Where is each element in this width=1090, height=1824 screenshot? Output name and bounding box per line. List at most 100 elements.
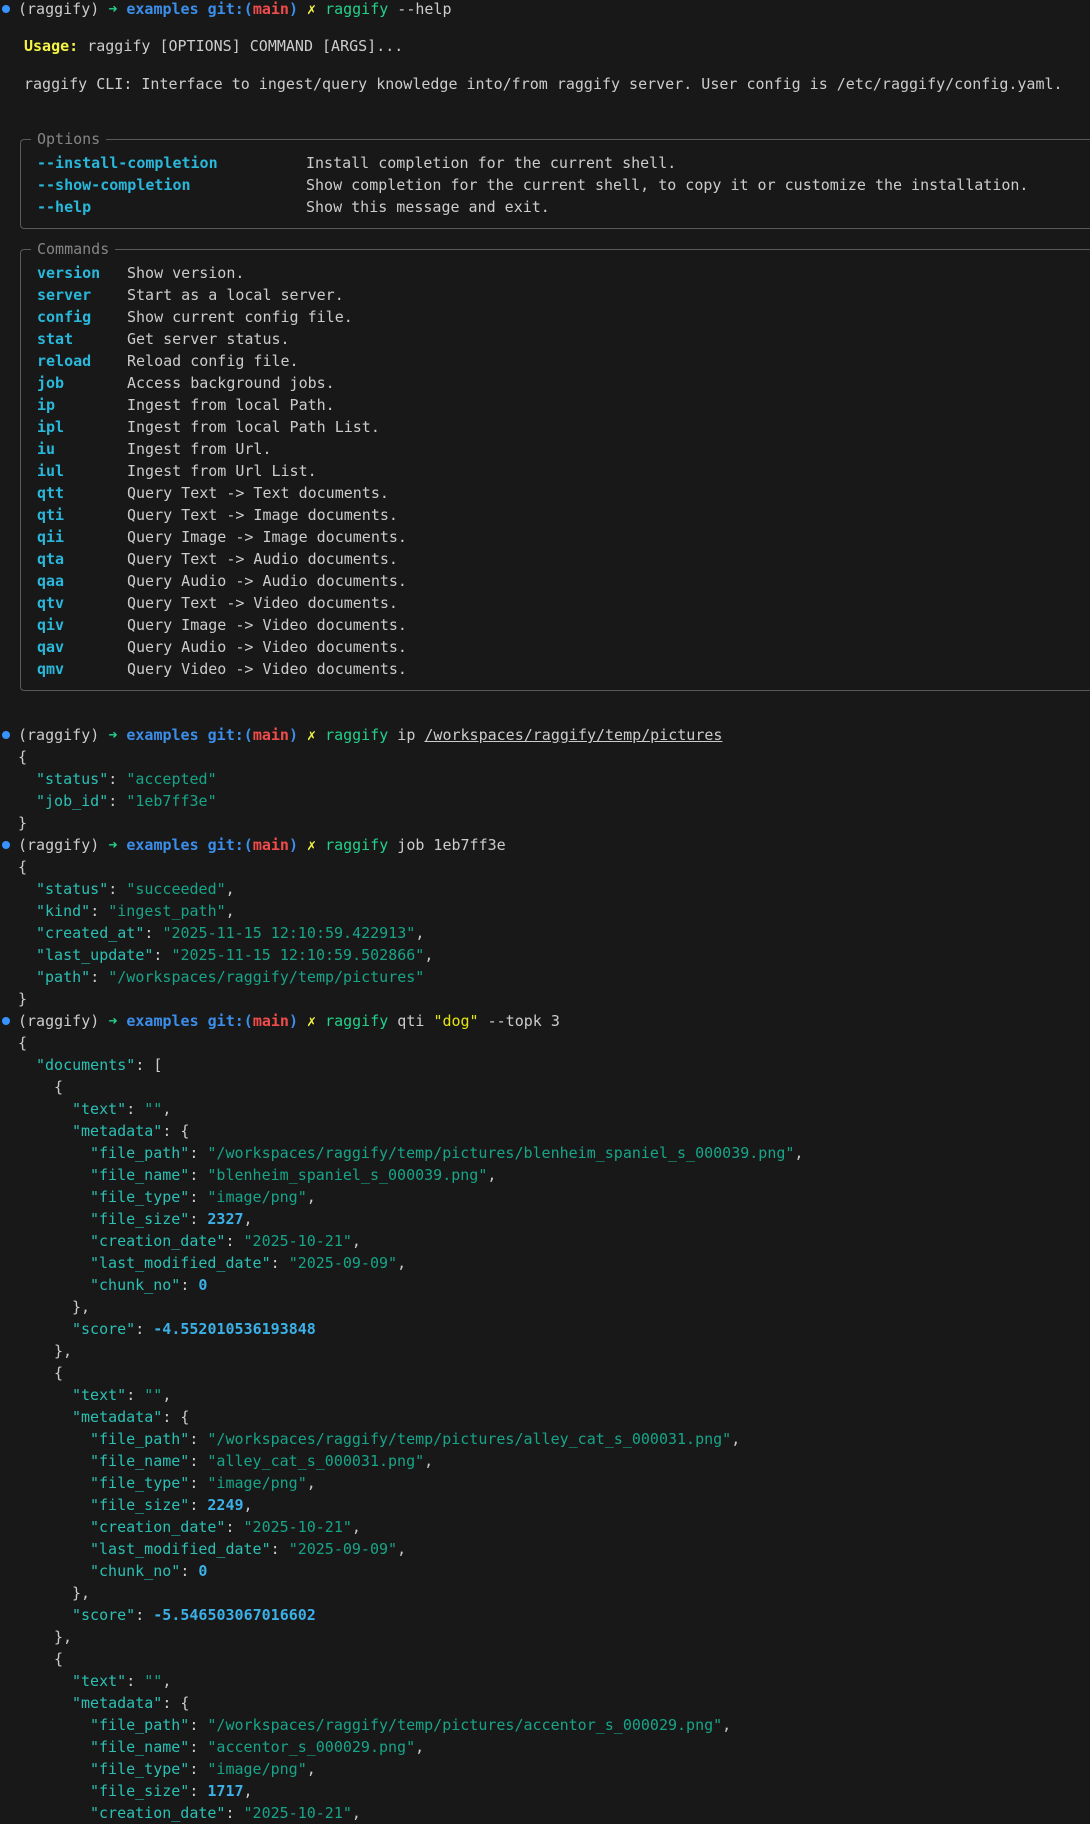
description-text: raggify CLI: Interface to ingest/query k… [24, 75, 1063, 93]
prompt-line: (raggify) ➜ examples git:(main) ✗ raggif… [0, 834, 1090, 856]
prompt-line: (raggify) ➜ examples git:(main) ✗ raggif… [0, 1010, 1090, 1032]
command-description: Access background jobs. [127, 374, 335, 392]
json-value: "image/png" [207, 1474, 307, 1492]
command-description-line: Query Image -> Video documents. [0, 614, 1090, 636]
json-value: "/workspaces/raggify/temp/pictures" [108, 968, 425, 986]
json-brace: { [18, 1034, 28, 1052]
command-description-line: Ingest from local Path List. [0, 416, 1090, 438]
usage-line: Usage: raggify [OPTIONS] COMMAND [ARGS].… [0, 35, 1090, 57]
prompt-directory: examples [126, 836, 199, 854]
json-brace: { [54, 1078, 64, 1096]
json-field: "file_path": "/workspaces/raggify/temp/p… [90, 1144, 804, 1162]
usage-label: Usage: [24, 37, 79, 55]
command-description-line: Show version. [0, 262, 1090, 284]
json-brace: { [54, 1650, 64, 1668]
command-description-line: Query Text -> Text documents. [0, 482, 1090, 504]
prompt-env: (raggify) [18, 726, 100, 744]
command-program: raggify [325, 1012, 389, 1030]
json-brace: { [18, 858, 28, 876]
prompt-arrow-icon: ➜ [108, 726, 118, 744]
json-field: "score": -5.546503067016602 [72, 1606, 316, 1624]
command-description: Query Audio -> Video documents. [127, 638, 407, 656]
json-field: "text": "", [72, 1100, 172, 1118]
json-field: "creation_date": "2025-10-21", [90, 1232, 361, 1250]
prompt-git-label: git:( [207, 1012, 253, 1030]
command-description-line: Start as a local server. [0, 284, 1090, 306]
prompt-branch: main [252, 0, 289, 18]
command-args: --help [388, 0, 452, 18]
json-value: "ingest_path" [108, 902, 226, 920]
json-value: "2025-10-21" [243, 1518, 352, 1536]
json-brace: { [54, 1364, 64, 1382]
json-field: "kind": "ingest_path", [36, 902, 235, 920]
json-field: "last_update": "2025-11-15 12:10:59.5028… [36, 946, 434, 964]
command-description: Query Image -> Video documents. [127, 616, 407, 634]
json-field: "metadata": { [72, 1122, 190, 1140]
prompt-env: (raggify) [18, 836, 100, 854]
json-brace: }, [72, 1584, 91, 1602]
command-status-dot-icon[interactable] [2, 731, 10, 739]
json-value: 2249 [207, 1496, 244, 1514]
command-description: Ingest from local Path List. [127, 418, 380, 436]
option-description: Show completion for the current shell, t… [306, 176, 1029, 194]
json-value: "2025-09-09" [288, 1254, 398, 1272]
option-description: Show this message and exit. [306, 198, 550, 216]
command-status-dot-icon[interactable] [2, 1017, 10, 1025]
prompt-line: (raggify) ➜ examples git:(main) ✗ raggif… [0, 724, 1090, 746]
json-field: "text": "", [72, 1672, 172, 1690]
command-description-line: Query Video -> Video documents. [0, 658, 1090, 680]
prompt-git-label: git:( [207, 836, 253, 854]
command-status-dot-icon[interactable] [2, 5, 10, 13]
json-value: -4.552010536193848 [153, 1320, 316, 1338]
json-field: "creation_date": "2025-10-21", [90, 1518, 361, 1536]
prompt-env: (raggify) [18, 1012, 100, 1030]
prompt-arrow-icon: ➜ [108, 0, 118, 18]
command-status-dot-icon[interactable] [2, 841, 10, 849]
prompt-directory: examples [126, 1012, 199, 1030]
command-description: Show version. [127, 264, 245, 282]
prompt-branch: main [252, 836, 289, 854]
json-field: "file_name": "alley_cat_s_000031.png", [90, 1452, 434, 1470]
json-field: "documents": [ [36, 1056, 163, 1074]
json-brace: { [18, 748, 28, 766]
prompt-line: (raggify) ➜ examples git:(main) ✗ raggif… [0, 0, 1090, 20]
command-args: --topk 3 [478, 1012, 560, 1030]
json-field: "job_id": "1eb7ff3e" [36, 792, 217, 810]
json-field: "file_type": "image/png", [90, 1474, 316, 1492]
command-description: Query Text -> Text documents. [127, 484, 389, 502]
command-description-line: Access background jobs. [0, 372, 1090, 394]
command-description-line: Reload config file. [0, 350, 1090, 372]
json-value: "/workspaces/raggify/temp/pictures/blenh… [207, 1144, 795, 1162]
json-value: "image/png" [207, 1188, 307, 1206]
command-description: Query Text -> Audio documents. [127, 550, 398, 568]
command-program: raggify [325, 726, 389, 744]
json-field: "created_at": "2025-11-15 12:10:59.42291… [36, 924, 425, 942]
prompt-env: (raggify) [18, 0, 100, 18]
json-value: "2025-11-15 12:10:59.422913" [162, 924, 416, 942]
json-field: "path": "/workspaces/raggify/temp/pictur… [36, 968, 425, 986]
json-value: "image/png" [207, 1760, 307, 1778]
prompt-git-close: ) [288, 836, 298, 854]
option-description-line: Show this message and exit. [0, 196, 1090, 218]
dirty-icon: ✗ [307, 726, 317, 744]
json-field: "status": "succeeded", [36, 880, 235, 898]
json-value: "succeeded" [126, 880, 226, 898]
command-subcommand: qti [388, 1012, 434, 1030]
dirty-icon: ✗ [307, 0, 317, 18]
json-field: "chunk_no": 0 [90, 1562, 208, 1580]
command-description-line: Query Text -> Video documents. [0, 592, 1090, 614]
json-value: "" [144, 1100, 163, 1118]
json-field: "file_type": "image/png", [90, 1760, 316, 1778]
command-description: Query Image -> Image documents. [127, 528, 407, 546]
command-description: Ingest from local Path. [127, 396, 335, 414]
command-description-line: Query Audio -> Video documents. [0, 636, 1090, 658]
command-description-line: Query Text -> Image documents. [0, 504, 1090, 526]
dirty-icon: ✗ [307, 836, 317, 854]
commands-panel-title: Commands [31, 239, 116, 259]
command-description: Ingest from Url. [127, 440, 272, 458]
command-description-line: Ingest from local Path. [0, 394, 1090, 416]
prompt-branch: main [252, 726, 289, 744]
command-args: job 1eb7ff3e [388, 836, 506, 854]
json-brace: }, [54, 1628, 73, 1646]
command-path-link: /workspaces/raggify/temp/pictures [424, 726, 723, 744]
